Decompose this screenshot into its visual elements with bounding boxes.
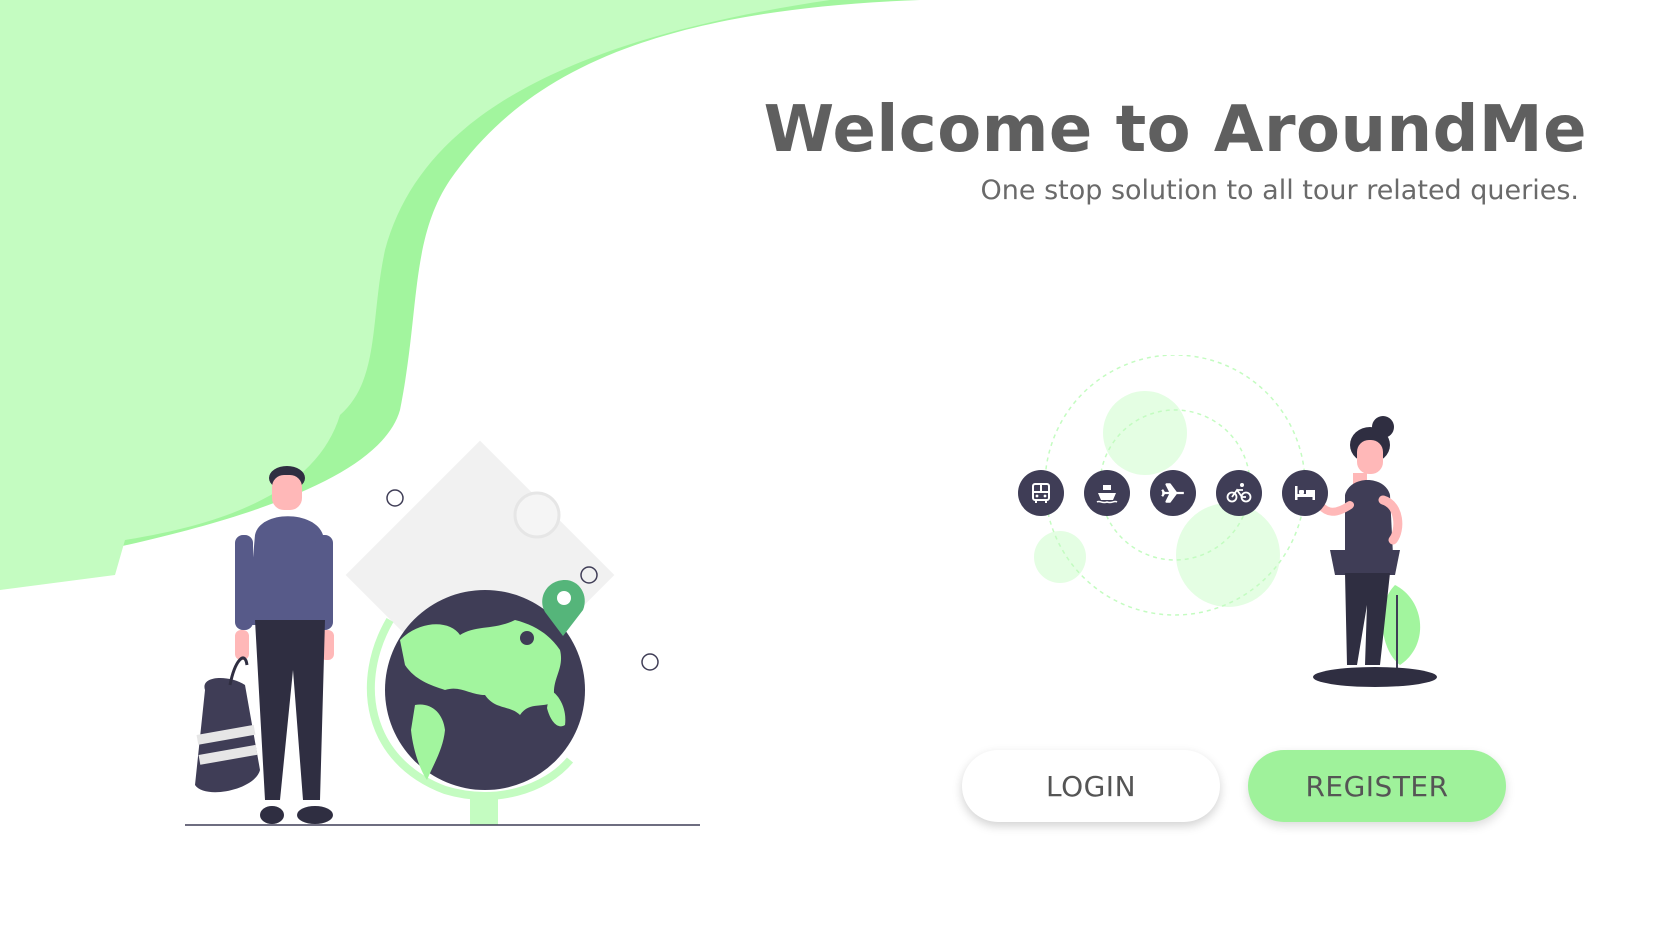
login-button[interactable]: LOGIN [962, 750, 1220, 822]
bed-icon [1282, 470, 1328, 516]
airplane-icon [1150, 470, 1196, 516]
bus-icon [1018, 470, 1064, 516]
register-button[interactable]: REGISTER [1248, 750, 1506, 822]
transport-icons [1018, 470, 1328, 518]
bicycle-icon [1216, 470, 1262, 516]
hero-section: Welcome to AroundMe One stop solution to… [687, 93, 1587, 207]
transport-options-illustration [1034, 355, 1437, 687]
page-subtitle: One stop solution to all tour related qu… [980, 175, 1579, 207]
ship-icon [1084, 470, 1130, 516]
page-title: Welcome to AroundMe [763, 93, 1587, 167]
traveler-globe-illustration [185, 440, 700, 826]
